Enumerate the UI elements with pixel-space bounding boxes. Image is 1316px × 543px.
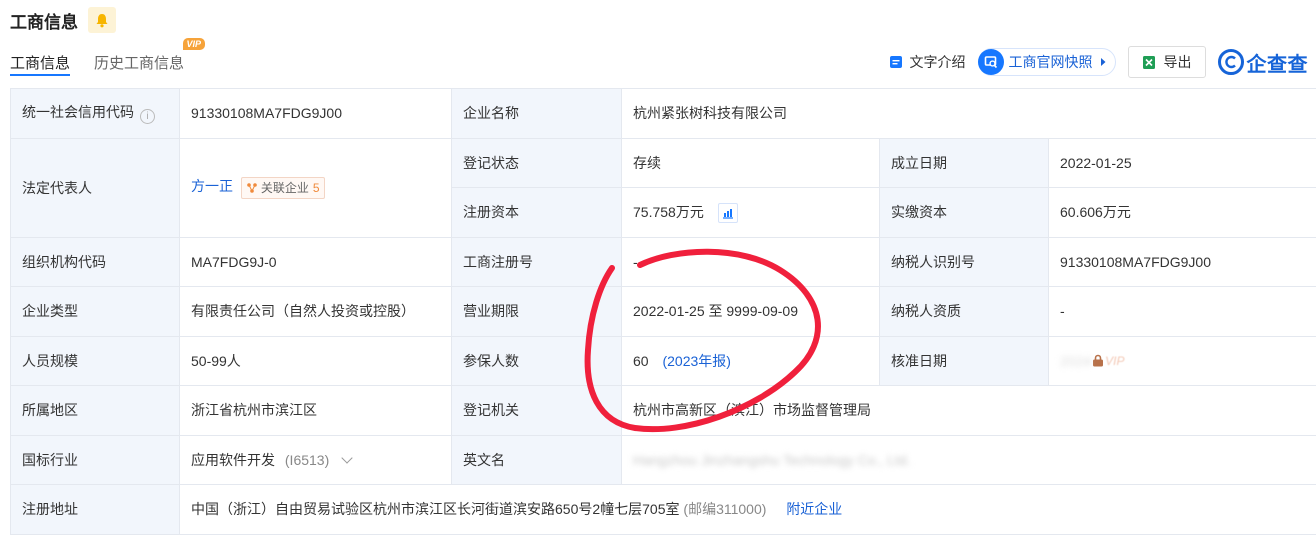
business-period-value: 2022-01-25 至 9999-09-09 [621, 286, 880, 337]
approve-date-value[interactable]: 2024 VIP [1048, 335, 1316, 386]
org-code-value: MA7FDG9J-0 [179, 236, 452, 287]
reg-no-label: 工商注册号 [451, 236, 622, 287]
reg-status-value: 存续 [621, 137, 880, 188]
english-name-label: 英文名 [451, 434, 622, 485]
tab-history-business-info[interactable]: 历史工商信息 VIP [94, 38, 206, 80]
industry-label: 国标行业 [10, 434, 180, 485]
taxpayer-id-label: 纳税人识别号 [879, 236, 1049, 287]
taxpayer-qual-label: 纳税人资质 [879, 286, 1049, 337]
table-row: 组织机构代码 MA7FDG9J-0 工商注册号 - 纳税人识别号 9133010… [10, 236, 1316, 287]
staff-size-label: 人员规模 [10, 335, 180, 386]
approve-date-label: 核准日期 [879, 335, 1049, 386]
toolbar: 文字介绍 工商官网快照 导出 企查查 [877, 46, 1309, 78]
vip-badge: VIP [182, 38, 206, 50]
credit-code-value: 91330108MA7FDG9J00 [179, 88, 452, 139]
org-code-label: 组织机构代码 [10, 236, 180, 287]
business-period-label: 营业期限 [451, 286, 622, 337]
lock-icon [1093, 354, 1104, 367]
tab-bar: 工商信息 历史工商信息 VIP [10, 38, 208, 80]
table-row: 统一社会信用代码 i 91330108MA7FDG9J00 企业名称 杭州紧张树科… [10, 88, 1316, 139]
company-name-value: 杭州紧张树科技有限公司 [621, 88, 1316, 139]
official-snapshot-button[interactable]: 工商官网快照 [977, 48, 1116, 76]
table-row: 国标行业 应用软件开发 (I6513) 英文名 Hangzhou Jinzhan… [10, 434, 1316, 485]
insured-cell: 60 (2023年报) [621, 335, 880, 386]
english-name-value: Hangzhou Jinzhangshu Technology Co., Ltd… [621, 434, 1316, 485]
address-value: 中国（浙江）自由贸易试验区杭州市滨江区长河街道滨安路650号2幢七层705室 (… [179, 484, 1316, 535]
reg-no-value: - [621, 236, 880, 287]
industry-value[interactable]: 应用软件开发 (I6513) [179, 434, 452, 485]
taxpayer-qual-value: - [1048, 286, 1316, 337]
section-header: 工商信息 [10, 6, 116, 34]
legal-rep-link[interactable]: 方一正 [191, 178, 233, 194]
excel-icon [1142, 55, 1155, 69]
network-icon [247, 182, 257, 193]
reg-capital-cell: 75.758万元 [621, 187, 880, 238]
table-row: 人员规模 50-99人 参保人数 60 (2023年报) 核准日期 2024 V… [10, 335, 1316, 386]
business-info-table: 统一社会信用代码 i 91330108MA7FDG9J00 企业名称 杭州紧张树科… [10, 88, 1316, 535]
staff-size-value: 50-99人 [179, 335, 452, 386]
credit-code-label: 统一社会信用代码 i [10, 88, 180, 139]
table-row: 法定代表人 方一正 关联企业 5 登记状态 存续 成立日期 2022-01-25 [10, 137, 1316, 238]
reg-capital-label: 注册资本 [451, 187, 622, 238]
region-value: 浙江省杭州市滨江区 [179, 385, 452, 436]
table-row: 所属地区 浙江省杭州市滨江区 登记机关 杭州市高新区（滨江）市场监督管理局 [10, 385, 1316, 436]
founded-label: 成立日期 [879, 137, 1049, 188]
paid-capital-label: 实缴资本 [879, 187, 1049, 238]
address-label: 注册地址 [10, 484, 180, 535]
legal-rep-label: 法定代表人 [10, 137, 180, 238]
caret-right-icon [1100, 58, 1105, 66]
table-row: 注册地址 中国（浙江）自由贸易试验区杭州市滨江区长河街道滨安路650号2幢七层7… [10, 484, 1316, 535]
table-row: 企业类型 有限责任公司（自然人投资或控股） 营业期限 2022-01-25 至 … [10, 286, 1316, 337]
related-companies-tag[interactable]: 关联企业 5 [240, 176, 325, 199]
legal-rep-cell: 方一正 关联企业 5 [179, 137, 452, 238]
export-button[interactable]: 导出 [1127, 46, 1206, 78]
authority-value: 杭州市高新区（滨江）市场监督管理局 [621, 385, 1316, 436]
founded-value: 2022-01-25 [1048, 137, 1316, 188]
qichacha-logo: 企查查 [1217, 48, 1309, 77]
paid-capital-value: 60.606万元 [1048, 187, 1316, 238]
insured-label: 参保人数 [451, 335, 622, 386]
company-type-label: 企业类型 [10, 286, 180, 337]
reg-status-label: 登记状态 [451, 137, 622, 188]
region-label: 所属地区 [10, 385, 180, 436]
logo-mark-icon [1217, 49, 1244, 75]
authority-label: 登记机关 [451, 385, 622, 436]
text-intro-button[interactable]: 文字介绍 [889, 47, 966, 77]
postcode: (邮编311000) [683, 501, 767, 518]
taxpayer-id-value: 91330108MA7FDG9J00 [1048, 236, 1316, 287]
tab-business-info[interactable]: 工商信息 [10, 40, 71, 80]
document-icon [889, 56, 902, 68]
nearby-companies-link[interactable]: 附近企业 [786, 501, 842, 517]
chevron-down-icon[interactable] [341, 452, 353, 464]
info-icon[interactable]: i [140, 109, 155, 125]
bell-icon[interactable] [88, 7, 116, 33]
capital-chart-icon[interactable] [717, 202, 738, 223]
snapshot-icon [977, 49, 1004, 75]
annual-report-link[interactable]: (2023年报) [662, 353, 730, 369]
company-type-value: 有限责任公司（自然人投资或控股） [179, 286, 452, 337]
section-title: 工商信息 [10, 12, 78, 32]
company-name-label: 企业名称 [451, 88, 622, 139]
